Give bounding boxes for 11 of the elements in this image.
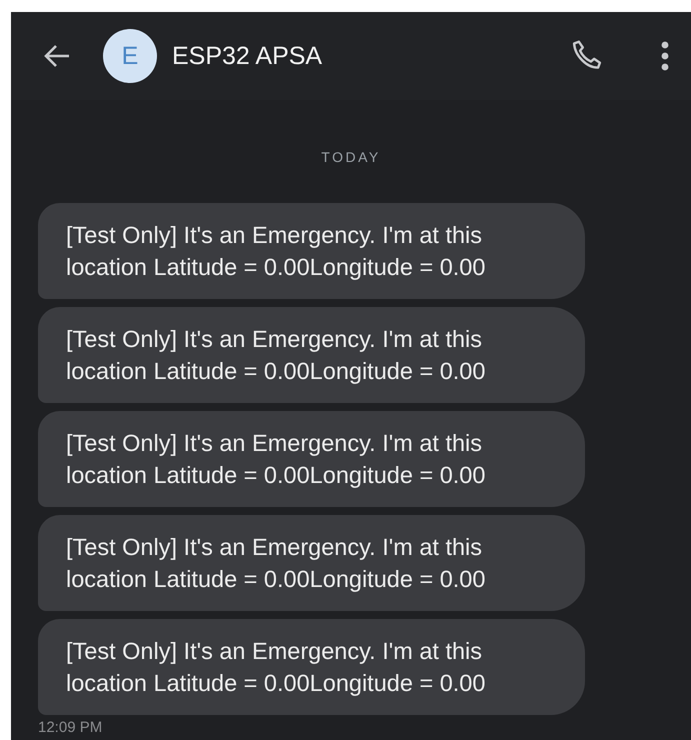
message-bubble: [Test Only] It's an Emergency. I'm at this location Latitude = 0.00Longitude = 0.00 — [38, 307, 585, 403]
message-bubble: [Test Only] It's an Emergency. I'm at this location Latitude = 0.00Longitude = 0.00 — [38, 619, 585, 715]
message-timestamp: 12:09 PM — [38, 719, 104, 736]
more-options-icon[interactable] — [661, 41, 669, 71]
message-bubble: [Test Only] It's an Emergency. I'm at this location Latitude = 0.00Longitude = 0.00 — [38, 515, 585, 611]
contact-avatar[interactable]: E — [103, 29, 157, 83]
date-divider: TODAY — [320, 149, 382, 166]
contact-name: ESP32 APSA — [172, 42, 322, 70]
back-arrow-icon[interactable] — [43, 44, 71, 68]
message-bubble: [Test Only] It's an Emergency. I'm at this location Latitude = 0.00Longitude = 0.00 — [38, 203, 585, 299]
message-bubble: [Test Only] It's an Emergency. I'm at this location Latitude = 0.00Longitude = 0.00 — [38, 411, 585, 507]
